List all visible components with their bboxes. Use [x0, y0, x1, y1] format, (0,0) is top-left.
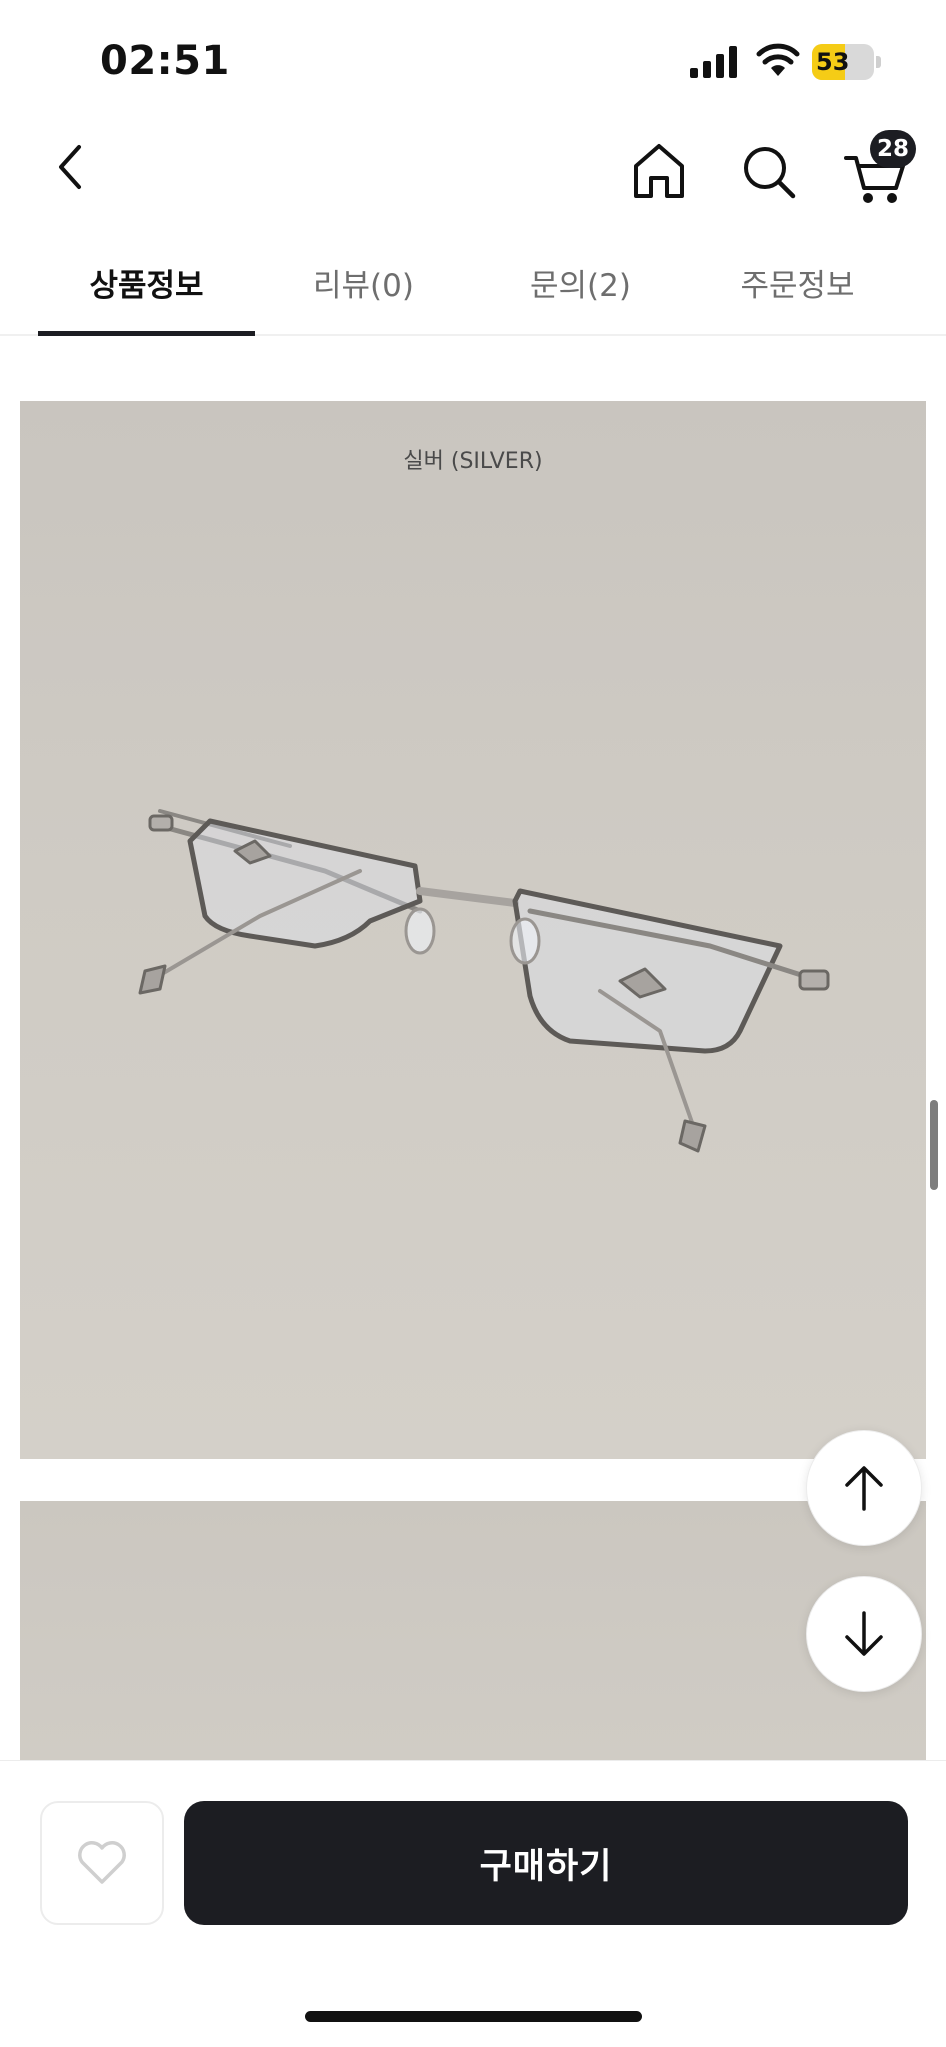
- tab-order-info[interactable]: 주문정보: [689, 230, 906, 334]
- color-caption: 실버 (SILVER): [403, 449, 543, 474]
- cart-count-badge: 28: [870, 130, 916, 168]
- arrow-down-icon: [845, 1611, 883, 1656]
- status-bar: 02:51 53: [0, 0, 946, 110]
- scroll-to-top-button[interactable]: [806, 1430, 922, 1546]
- back-button[interactable]: [40, 132, 100, 202]
- tab-inquiries[interactable]: 문의(2): [472, 230, 689, 334]
- product-tabs: 상품정보 리뷰(0) 문의(2) 주문정보: [0, 230, 946, 336]
- wifi-icon: [756, 43, 800, 76]
- tab-product-info[interactable]: 상품정보: [38, 230, 255, 336]
- search-button[interactable]: [736, 136, 802, 206]
- scroll-to-bottom-button[interactable]: [806, 1576, 922, 1692]
- home-icon: [634, 144, 684, 198]
- heart-icon: [78, 1841, 126, 1884]
- home-indicator: [305, 2011, 642, 2022]
- buy-button[interactable]: 구매하기: [184, 1801, 908, 1925]
- nav-header: 28: [0, 110, 946, 230]
- home-button[interactable]: [626, 136, 692, 206]
- arrow-up-icon: [845, 1466, 883, 1511]
- glasses-illustration: [138, 809, 830, 1153]
- battery-level: 53: [816, 48, 850, 76]
- scrollbar[interactable]: [930, 1100, 938, 1190]
- tab-reviews[interactable]: 리뷰(0): [255, 230, 472, 334]
- cellular-signal-icon: [690, 46, 737, 78]
- battery-indicator: 53: [812, 44, 882, 80]
- bottom-action-bar: 구매하기: [0, 1760, 946, 2047]
- wishlist-button[interactable]: [40, 1801, 164, 1925]
- status-time: 02:51: [100, 38, 230, 84]
- search-icon: [744, 147, 796, 199]
- cart-button[interactable]: 28: [840, 130, 920, 210]
- chevron-left-icon: [59, 145, 81, 189]
- product-image-secondary: [20, 1501, 926, 1761]
- product-image: 실버 (SILVER): [20, 401, 926, 1459]
